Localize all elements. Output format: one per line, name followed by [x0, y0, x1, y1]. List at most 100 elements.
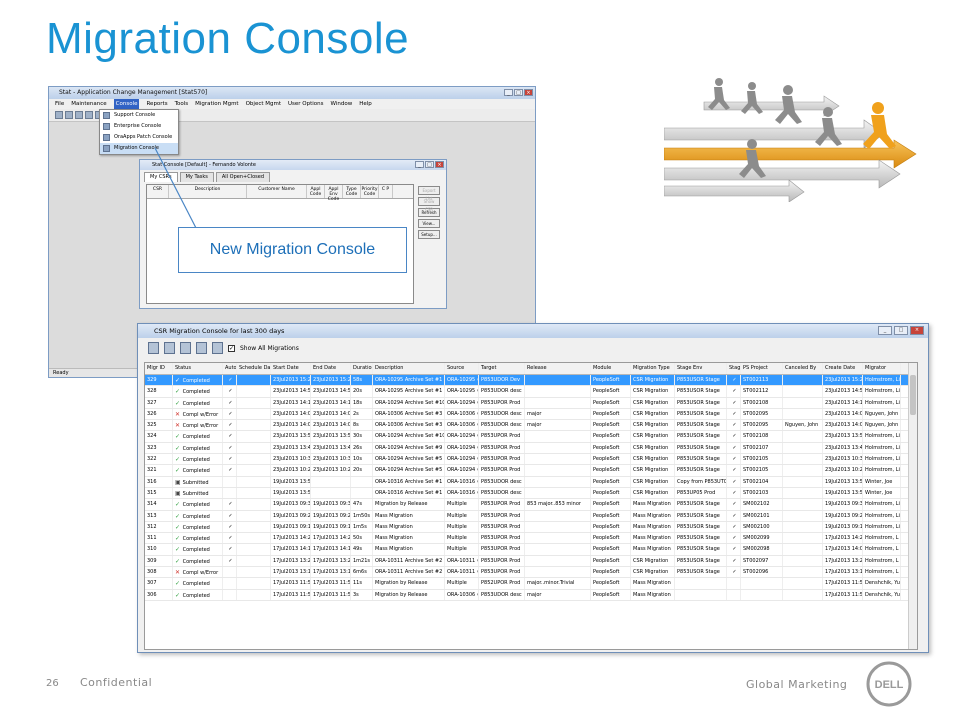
grid-column-header[interactable]: Migration Type — [631, 363, 675, 374]
grid-column-header[interactable]: Description — [373, 363, 445, 374]
grid-column-header[interactable]: Create Date — [823, 363, 863, 374]
console-column-header[interactable]: Customer Name — [247, 185, 307, 198]
grid-column-header[interactable]: Stage Env — [675, 363, 727, 374]
close-button[interactable]: × — [524, 89, 533, 96]
table-row[interactable]: 308 ✕ Compl w/Error 17Jul2013 13:13 17Jul20… — [145, 567, 917, 579]
menu-window[interactable]: Window — [331, 99, 353, 109]
table-row[interactable]: 313 ✓ Completed ✓ 19Jul2013 09:23 19Jul2013 … — [145, 510, 917, 522]
table-row[interactable]: 310 ✓ Completed ✓ 17Jul2013 14:11 17Jul2013 … — [145, 544, 917, 556]
table-row[interactable]: 309 ✓ Completed ✓ 17Jul2013 13:28 17Jul2013 … — [145, 555, 917, 568]
console-minimize-button[interactable]: _ — [415, 161, 424, 168]
show-all-checkbox[interactable]: ✓ — [228, 344, 235, 352]
table-row[interactable]: 311 ✓ Completed ✓ 17Jul2013 14:24 17Jul2013 … — [145, 533, 917, 545]
menu-reports[interactable]: Reports — [146, 99, 167, 109]
save-icon[interactable] — [65, 111, 73, 119]
minimize-button[interactable]: _ — [504, 89, 513, 96]
console-column-header[interactable]: Appl Env Code — [325, 185, 343, 202]
grid-column-header[interactable]: Source — [445, 363, 479, 374]
dropdown-item-migration-console[interactable]: Migration Console — [100, 143, 178, 154]
grid-cell: 17Jul2013 14:11 — [311, 544, 351, 555]
tab-my-csrs[interactable]: My CSRs — [144, 172, 178, 182]
print-icon[interactable] — [196, 342, 207, 354]
table-row[interactable]: 329 ✓ Completed ✓ 23Jul2013 15:22 23Jul2013 … — [145, 375, 917, 387]
maximize-button[interactable]: □ — [514, 89, 523, 96]
table-row[interactable]: 321 ✓ Completed ✓ 23Jul2013 10:23 23Jul2013 … — [145, 465, 917, 477]
table-row[interactable]: 324 ✓ Completed ✓ 23Jul2013 13:51 23Jul2013 … — [145, 431, 917, 443]
migration-maximize-button[interactable]: □ — [894, 326, 908, 335]
console-column-header[interactable]: Type Code — [343, 185, 361, 198]
export-icon[interactable] — [212, 342, 223, 354]
grid-column-header[interactable]: PS Project — [741, 363, 783, 374]
migration-close-button[interactable]: × — [910, 326, 924, 335]
grid-scrollbar[interactable] — [908, 363, 917, 649]
menu-object-mgmt[interactable]: Object Mgmt — [246, 99, 281, 109]
grid-column-header[interactable]: Module — [591, 363, 631, 374]
view-button[interactable]: View... — [418, 219, 440, 228]
migration-minimize-button[interactable]: _ — [878, 326, 892, 335]
menu-user-options[interactable]: User Options — [288, 99, 324, 109]
grid-cell: P853USOR Stage — [675, 555, 727, 567]
show-csr-button[interactable]: Show CSR — [418, 197, 440, 212]
grid-column-header[interactable]: Schedule Date — [237, 363, 271, 374]
table-row[interactable]: 328 ✓ Completed ✓ 23Jul2013 14:58 23Jul2013 … — [145, 386, 917, 398]
grid-cell: 23Jul2013 10:35 — [271, 454, 311, 465]
grid-column-header[interactable]: Status — [173, 363, 223, 374]
export-list-button[interactable]: Export List — [418, 186, 440, 201]
console-column-header[interactable]: Appl Code — [307, 185, 325, 198]
console-column-header[interactable]: Description — [169, 185, 247, 198]
menu-migration-mgmt[interactable]: Migration Mgmt — [195, 99, 238, 109]
schedule-icon[interactable] — [164, 342, 175, 354]
migrate-icon[interactable] — [148, 342, 159, 354]
table-row[interactable]: 315 ▣ Submitted 19Jul2013 13:51 ORA-10316 A… — [145, 487, 917, 500]
console-maximize-button[interactable]: □ — [425, 161, 434, 168]
grid-column-header[interactable]: Duration — [351, 363, 373, 374]
grid-cell: 1m5s — [351, 521, 373, 533]
grid-column-header[interactable]: Start Date — [271, 363, 311, 374]
scrollbar-thumb[interactable] — [910, 375, 916, 415]
grid-column-header[interactable]: Release — [525, 363, 591, 374]
menu-maintenance[interactable]: Maintenance — [71, 99, 106, 109]
grid-cell: ✓ — [223, 420, 237, 431]
table-row[interactable]: 306 ✓ Completed 17Jul2013 11:50 17Jul2013 1… — [145, 589, 917, 601]
cancel-icon[interactable] — [180, 342, 191, 354]
menu-console[interactable]: Console — [113, 99, 140, 109]
open-icon[interactable] — [55, 111, 63, 119]
setup-button[interactable]: Setup... — [418, 230, 440, 239]
console-close-button[interactable]: × — [435, 161, 444, 168]
tab-my-tasks[interactable]: My Tasks — [179, 172, 214, 182]
table-row[interactable]: 316 ▣ Submitted 19Jul2013 13:58 ORA-10316 A… — [145, 476, 917, 488]
table-row[interactable]: 325 ✕ Compl w/Error ✓ 23Jul2013 14:06 23Jul2… — [145, 420, 917, 432]
console-column-header[interactable]: C P — [379, 185, 393, 198]
cut-icon[interactable] — [85, 111, 93, 119]
console-column-header[interactable]: Priority Code — [361, 185, 379, 198]
tab-all-open-closed[interactable]: All Open+Closed — [215, 172, 271, 182]
grid-column-header[interactable]: Staged — [727, 363, 741, 374]
dropdown-item-support-console[interactable]: Support Console — [100, 110, 178, 121]
table-row[interactable]: 322 ✓ Completed ✓ 23Jul2013 10:35 23Jul2013 … — [145, 454, 917, 466]
grid-column-header[interactable]: Target — [479, 363, 525, 374]
menu-help[interactable]: Help — [359, 99, 372, 109]
dropdown-item-oraapps-patch-console[interactable]: OraApps Patch Console — [100, 132, 178, 143]
table-row[interactable]: 314 ✓ Completed ✓ 19Jul2013 09:30 19Jul2013 … — [145, 499, 917, 511]
grid-column-header[interactable]: Canceled By — [783, 363, 823, 374]
table-row[interactable]: 312 ✓ Completed ✓ 19Jul2013 09:14 19Jul2013 … — [145, 521, 917, 534]
dropdown-item-enterprise-console[interactable]: Enterprise Console — [100, 121, 178, 132]
menu-file[interactable]: File — [55, 99, 64, 109]
grid-column-header[interactable]: Auto — [223, 363, 237, 374]
grid-cell — [783, 386, 823, 397]
grid-cell: 17Jul2013 11:58 — [271, 578, 311, 589]
grid-cell: P853UDOR desc — [479, 476, 525, 487]
grid-cell: P853USOR Stage — [675, 386, 727, 397]
table-row[interactable]: 307 ✓ Completed 17Jul2013 11:58 17Jul2013 1… — [145, 578, 917, 590]
grid-cell: 23Jul2013 14:16 — [271, 397, 311, 408]
table-row[interactable]: 323 ✓ Completed ✓ 23Jul2013 13:44 23Jul2013 … — [145, 442, 917, 455]
grid-column-header[interactable]: Migr ID — [145, 363, 173, 374]
print-icon[interactable] — [75, 111, 83, 119]
console-column-header[interactable]: CSR — [147, 185, 169, 198]
table-row[interactable]: 326 ✕ Compl w/Error ✓ 23Jul2013 14:08 23Jul2… — [145, 408, 917, 421]
menu-tools[interactable]: Tools — [175, 99, 189, 109]
refresh-button[interactable]: Refresh — [418, 208, 440, 217]
grid-column-header[interactable]: End Date — [311, 363, 351, 374]
table-row[interactable]: 327 ✓ Completed ✓ 23Jul2013 14:16 23Jul2013 … — [145, 397, 917, 409]
grid-column-header[interactable]: Migrator — [863, 363, 901, 374]
